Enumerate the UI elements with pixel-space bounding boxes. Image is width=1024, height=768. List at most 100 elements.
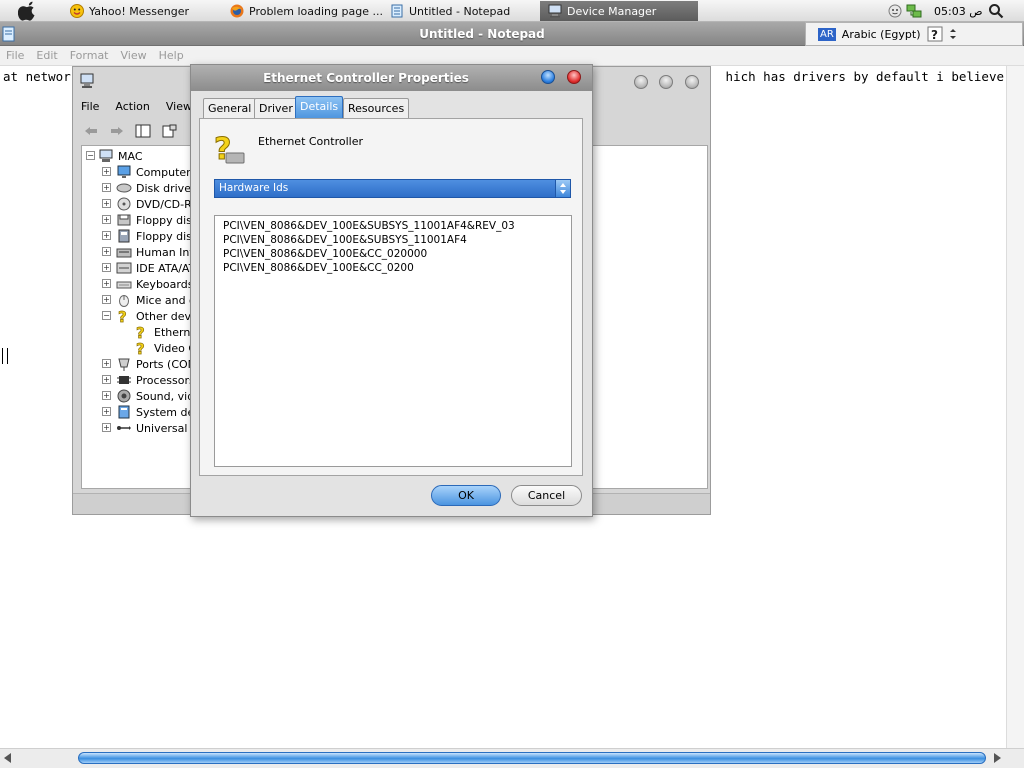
notepad-icon bbox=[391, 4, 403, 18]
tree-item[interactable]: ? Other devic bbox=[116, 308, 200, 324]
network-icon[interactable] bbox=[906, 3, 922, 19]
taskbar: Yahoo! Messenger Problem loading page ..… bbox=[0, 0, 1024, 22]
tree-item[interactable]: DVD/CD-RO bbox=[116, 196, 200, 212]
menu-format[interactable]: Format bbox=[64, 49, 115, 62]
apple-logo-icon[interactable] bbox=[18, 1, 38, 21]
system-tray: 05:03 ص bbox=[888, 2, 983, 20]
expand-toggle[interactable]: + bbox=[102, 391, 111, 400]
horizontal-scrollbar[interactable] bbox=[0, 748, 1024, 768]
tree-item[interactable]: Processors bbox=[116, 372, 195, 388]
cancel-button[interactable]: Cancel bbox=[511, 485, 582, 506]
property-value-list[interactable]: PCI\VEN_8086&DEV_100E&SUBSYS_11001AF4&RE… bbox=[214, 215, 572, 467]
tree-item[interactable]: Floppy disk bbox=[116, 212, 198, 228]
help-button[interactable] bbox=[541, 70, 555, 84]
notepad-text-visible-left[interactable]: at networ bbox=[3, 69, 71, 84]
taskbar-item-browser[interactable]: Problem loading page ... bbox=[222, 1, 382, 21]
taskbar-item-device-manager[interactable]: Device Manager bbox=[540, 1, 698, 21]
notepad-text-visible-right[interactable]: hich has drivers by default i believe bbox=[726, 69, 1004, 84]
tree-item[interactable]: Ports (COM bbox=[116, 356, 197, 372]
dm-menu-action[interactable]: Action bbox=[107, 100, 157, 113]
computer-icon bbox=[80, 73, 94, 88]
language-name: Arabic (Egypt) bbox=[841, 27, 921, 41]
properties-icon[interactable] bbox=[161, 124, 177, 138]
messenger-status-icon[interactable] bbox=[888, 4, 902, 18]
collapse-toggle[interactable]: − bbox=[102, 311, 111, 320]
unknown-device-icon: ? bbox=[214, 132, 245, 167]
taskbar-item-label: Yahoo! Messenger bbox=[89, 4, 190, 18]
tree-item[interactable]: Human Inte bbox=[116, 244, 200, 260]
collapse-toggle[interactable]: − bbox=[86, 151, 95, 160]
unknown-device-icon: ? bbox=[118, 309, 127, 323]
forward-arrow-icon[interactable] bbox=[109, 124, 125, 138]
list-item[interactable]: PCI\VEN_8086&DEV_100E&SUBSYS_11001AF4&RE… bbox=[223, 220, 515, 232]
scroll-left-icon[interactable] bbox=[4, 753, 11, 763]
tree-item[interactable]: System dev bbox=[116, 404, 201, 420]
tab-details[interactable]: Details bbox=[295, 96, 344, 118]
dialog-titlebar[interactable]: Ethernet Controller Properties bbox=[191, 65, 592, 91]
tree-item[interactable]: Keyboards bbox=[116, 276, 193, 292]
menu-help[interactable]: Help bbox=[153, 49, 190, 62]
menu-view[interactable]: View bbox=[115, 49, 153, 62]
dm-menu-file[interactable]: File bbox=[73, 100, 107, 113]
expand-toggle[interactable]: + bbox=[102, 215, 111, 224]
expand-toggle[interactable]: + bbox=[102, 359, 111, 368]
property-select[interactable]: Hardware Ids bbox=[214, 179, 571, 198]
tree-item[interactable]: Disk drives bbox=[116, 180, 197, 196]
tree-child-item[interactable]: ? Video C bbox=[134, 340, 196, 356]
cdrom-icon bbox=[117, 197, 131, 211]
expand-toggle[interactable]: + bbox=[102, 199, 111, 208]
tree-root[interactable]: MAC bbox=[98, 148, 143, 164]
taskbar-item-label: Untitled - Notepad bbox=[409, 4, 511, 18]
scroll-right-icon[interactable] bbox=[994, 753, 1001, 763]
tree-item[interactable]: Computer bbox=[116, 164, 191, 180]
taskbar-item-notepad[interactable]: Untitled - Notepad bbox=[382, 1, 537, 21]
expand-toggle[interactable]: + bbox=[102, 423, 111, 432]
dm-minimize-button[interactable] bbox=[634, 75, 648, 89]
svg-text:?: ? bbox=[118, 309, 127, 323]
keyboard-icon bbox=[116, 281, 132, 289]
menu-file[interactable]: File bbox=[0, 49, 30, 62]
expand-toggle[interactable]: + bbox=[102, 407, 111, 416]
scrollbar-thumb[interactable] bbox=[78, 752, 986, 764]
ide-icon bbox=[116, 262, 132, 274]
tree-item[interactable]: Floppy disk bbox=[116, 228, 198, 244]
tree-item[interactable]: Mice and ot bbox=[116, 292, 200, 308]
dialog-close-button[interactable] bbox=[567, 70, 581, 84]
expand-toggle[interactable]: + bbox=[102, 167, 111, 176]
property-select-value: Hardware Ids bbox=[219, 182, 289, 194]
dm-maximize-button[interactable] bbox=[659, 75, 673, 89]
tab-driver[interactable]: Driver bbox=[254, 98, 298, 118]
ok-button[interactable]: OK bbox=[431, 485, 501, 506]
expand-toggle[interactable]: + bbox=[102, 263, 111, 272]
menu-edit[interactable]: Edit bbox=[30, 49, 63, 62]
expand-toggle[interactable]: + bbox=[102, 183, 111, 192]
search-icon[interactable] bbox=[988, 3, 1004, 19]
language-bar[interactable]: AR Arabic (Egypt) ? bbox=[805, 22, 1023, 46]
tree-child-item[interactable]: ? Etherne bbox=[134, 324, 197, 340]
help-icon[interactable]: ? bbox=[927, 26, 943, 42]
expand-toggle[interactable]: + bbox=[102, 295, 111, 304]
tab-resources[interactable]: Resources bbox=[343, 98, 410, 118]
expand-toggle[interactable]: + bbox=[102, 247, 111, 256]
tree-item[interactable]: Universal S bbox=[116, 420, 198, 436]
details-tab-panel: ? Ethernet Controller Hardware Ids PCI\V… bbox=[199, 118, 583, 476]
chevron-down-icon[interactable] bbox=[949, 27, 957, 41]
dropdown-arrow-icon[interactable] bbox=[555, 180, 570, 197]
vertical-scrollbar[interactable] bbox=[1006, 66, 1024, 748]
text-cursor-icon bbox=[2, 348, 8, 364]
taskbar-item-yahoo-messenger[interactable]: Yahoo! Messenger bbox=[62, 1, 222, 21]
list-item[interactable]: PCI\VEN_8086&DEV_100E&SUBSYS_11001AF4 bbox=[223, 234, 467, 246]
expand-toggle[interactable]: + bbox=[102, 231, 111, 240]
expand-toggle[interactable]: + bbox=[102, 279, 111, 288]
tree-item[interactable]: IDE ATA/AT bbox=[116, 260, 195, 276]
tree-item[interactable]: Sound, vide bbox=[116, 388, 201, 404]
back-arrow-icon[interactable] bbox=[83, 124, 99, 138]
show-hide-tree-icon[interactable] bbox=[135, 124, 151, 138]
list-item[interactable]: PCI\VEN_8086&DEV_100E&CC_0200 bbox=[223, 262, 414, 274]
dm-close-button[interactable] bbox=[685, 75, 699, 89]
list-item[interactable]: PCI\VEN_8086&DEV_100E&CC_020000 bbox=[223, 248, 427, 260]
tab-general[interactable]: General bbox=[203, 98, 257, 118]
notepad-menubar: File Edit Format View Help bbox=[0, 46, 1024, 66]
expand-toggle[interactable]: + bbox=[102, 375, 111, 384]
svg-text:?: ? bbox=[136, 341, 145, 355]
